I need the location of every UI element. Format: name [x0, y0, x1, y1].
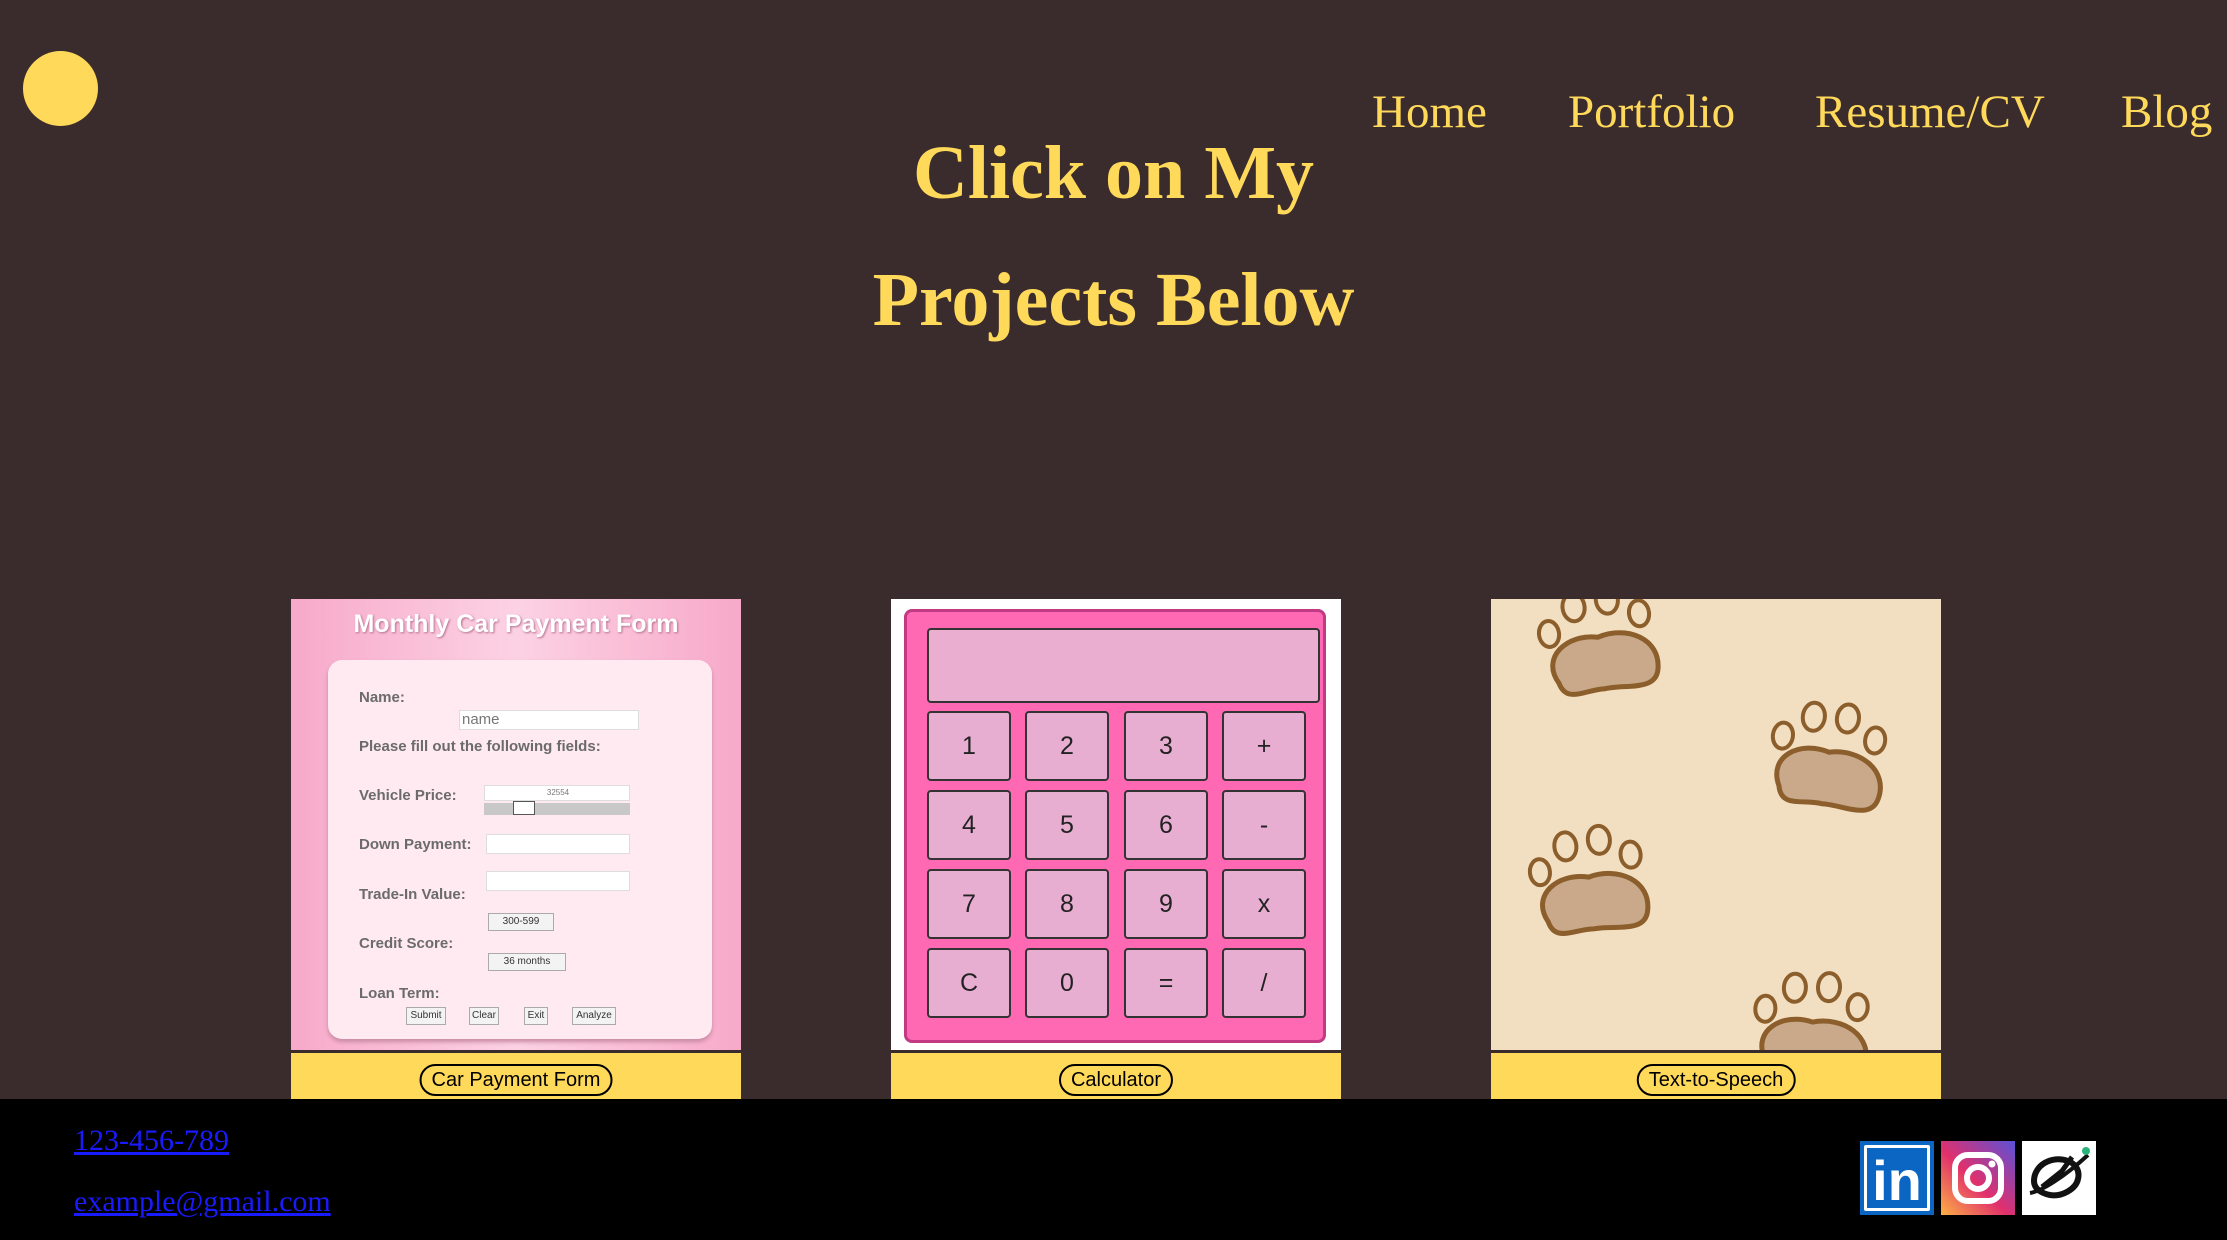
car-exit-button: Exit: [524, 1007, 548, 1025]
page-title-line-1: Click on My: [912, 131, 1315, 215]
car-vehicle-price-value: 32554: [484, 785, 630, 801]
calc-key-2: 2: [1025, 711, 1109, 781]
paw-print-icon: [1764, 695, 1891, 813]
car-name-field: name: [459, 710, 639, 730]
caption-bar: Calculator: [891, 1050, 1341, 1099]
calc-key-9: 9: [1124, 869, 1208, 939]
car-instructions: Please fill out the following fields:: [359, 738, 601, 755]
car-analyze-button: Analyze: [572, 1007, 616, 1025]
caption-bar: Car Payment Form: [291, 1050, 741, 1099]
car-down-payment-label: Down Payment:: [359, 836, 472, 853]
car-credit-score-select: 300-599: [488, 913, 554, 931]
car-slider-thumb: [513, 801, 535, 815]
calculator-button[interactable]: Calculator: [1058, 1064, 1174, 1096]
car-payment-form-button[interactable]: Car Payment Form: [419, 1064, 613, 1096]
car-trade-in-field: [486, 871, 630, 891]
car-submit-button: Submit: [406, 1007, 446, 1025]
car-form-panel: Name: name Please fill out the following…: [328, 660, 712, 1039]
car-vehicle-price-label: Vehicle Price:: [359, 787, 457, 804]
calc-key-clear: C: [927, 948, 1011, 1018]
calc-key-3: 3: [1124, 711, 1208, 781]
car-vehicle-price-slider: [484, 801, 630, 815]
page-title: Click on My Projects Below: [0, 110, 2227, 364]
calc-key-6: 6: [1124, 790, 1208, 860]
calc-key-equals: =: [1124, 948, 1208, 1018]
calc-key-divide: /: [1222, 948, 1306, 1018]
car-form-title: Monthly Car Payment Form: [353, 610, 679, 638]
calc-key-0: 0: [1025, 948, 1109, 1018]
car-credit-score-label: Credit Score:: [359, 935, 454, 952]
calc-key-multiply: x: [1222, 869, 1306, 939]
instagram-icon[interactable]: [1941, 1141, 2015, 1215]
calc-key-8: 8: [1025, 869, 1109, 939]
linkedin-icon[interactable]: in: [1860, 1141, 1934, 1215]
calculator-body: 1 2 3 + 4 5 6 - 7 8 9 x C 0 = /: [904, 609, 1326, 1043]
car-clear-button: Clear: [469, 1007, 499, 1025]
car-payment-thumbnail[interactable]: Monthly Car Payment Form Name: name Plea…: [291, 599, 741, 1050]
page-title-line-2: Projects Below: [872, 258, 1355, 342]
calc-key-7: 7: [927, 869, 1011, 939]
car-loan-term-select: 36 months: [488, 953, 566, 971]
linkedin-icon-text: in: [1872, 1149, 1922, 1212]
paw-print-icon: [1751, 968, 1872, 1050]
car-down-payment-field: [486, 834, 630, 854]
caption-bar: Text-to-Speech: [1491, 1050, 1941, 1099]
car-trade-in-label: Trade-In Value:: [359, 886, 466, 903]
project-card-car-payment[interactable]: Monthly Car Payment Form Name: name Plea…: [291, 599, 741, 1099]
medium-icon[interactable]: [2022, 1141, 2096, 1215]
project-card-calculator[interactable]: 1 2 3 + 4 5 6 - 7 8 9 x C 0 = / Calculat…: [891, 599, 1341, 1099]
paw-prints-pattern: [1491, 599, 1941, 1050]
paw-print-icon: [1526, 822, 1650, 937]
calc-key-1: 1: [927, 711, 1011, 781]
calc-key-4: 4: [927, 790, 1011, 860]
car-loan-term-label: Loan Term:: [359, 985, 440, 1002]
paw-print-icon: [1534, 599, 1661, 698]
calculator-screen: [927, 628, 1320, 703]
calculator-thumbnail[interactable]: 1 2 3 + 4 5 6 - 7 8 9 x C 0 = /: [891, 599, 1341, 1050]
email-link[interactable]: example@gmail.com: [74, 1185, 331, 1219]
car-name-label: Name:: [359, 689, 405, 706]
text-to-speech-thumbnail[interactable]: [1491, 599, 1941, 1050]
calc-key-5: 5: [1025, 790, 1109, 860]
calc-key-minus: -: [1222, 790, 1306, 860]
calc-key-plus: +: [1222, 711, 1306, 781]
text-to-speech-button[interactable]: Text-to-Speech: [1636, 1064, 1796, 1096]
phone-link[interactable]: 123-456-789: [74, 1124, 229, 1158]
project-card-text-to-speech[interactable]: Text-to-Speech: [1491, 599, 1941, 1099]
